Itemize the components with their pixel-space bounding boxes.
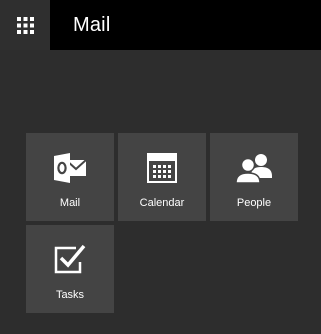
app-title: Mail	[73, 14, 111, 36]
people-tile[interactable]: People	[210, 133, 298, 221]
app-launcher-button[interactable]	[0, 0, 50, 50]
mail-tile-label: Mail	[59, 197, 81, 209]
mail-tile[interactable]: Mail	[26, 133, 114, 221]
calendar-icon	[147, 153, 177, 183]
outlook-mail-icon	[54, 153, 87, 183]
calendar-tile[interactable]: Calendar	[118, 133, 206, 221]
tasks-tile-label: Tasks	[55, 289, 85, 301]
calendar-tile-label: Calendar	[139, 197, 185, 209]
app-launcher-panel: Mail Mail Calendar People Tasks	[0, 0, 321, 334]
tasks-checkbox-icon	[54, 244, 86, 274]
waffle-grid-icon	[16, 16, 34, 34]
people-tile-label: People	[236, 197, 272, 209]
tasks-tile[interactable]: Tasks	[26, 225, 114, 313]
top-bar: Mail	[0, 0, 321, 50]
people-icon	[235, 154, 272, 184]
